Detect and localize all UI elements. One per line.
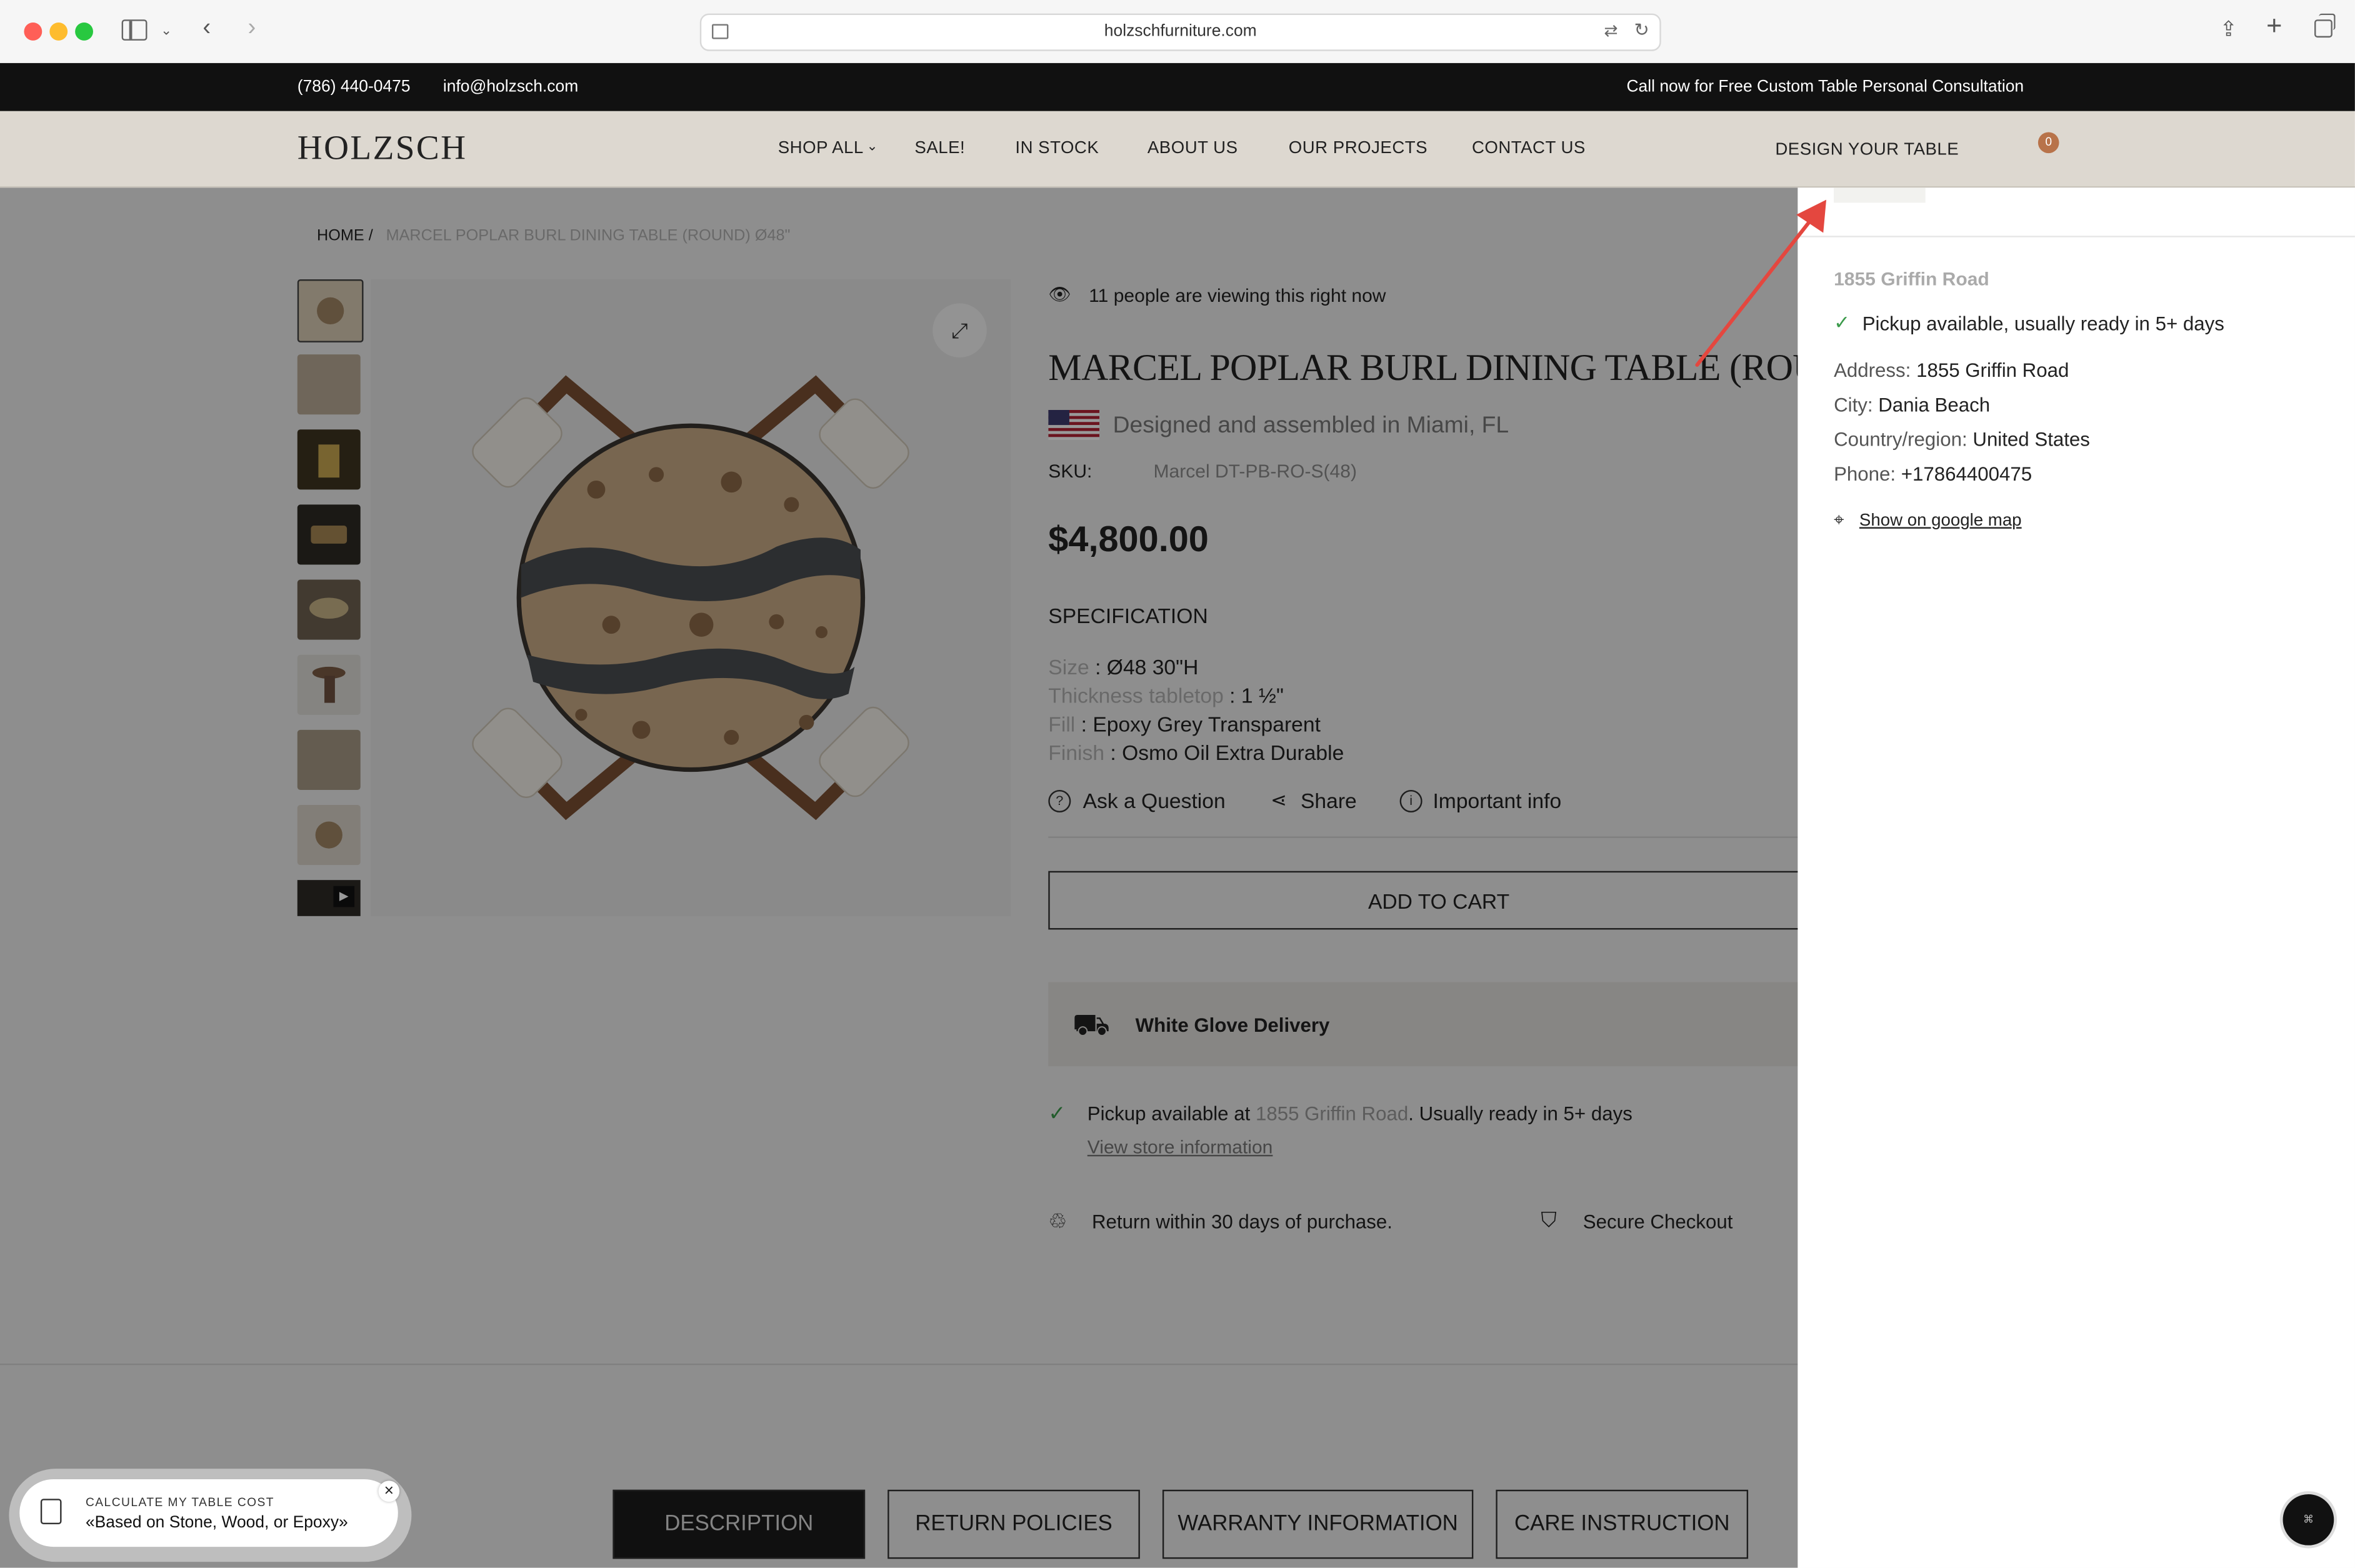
close-window-button[interactable]	[24, 22, 42, 41]
annotation-arrow	[1695, 199, 1827, 367]
modal-backdrop[interactable]	[0, 187, 1798, 1568]
map-pin-icon: ⌖	[1834, 509, 1844, 531]
nav-shop-all[interactable]: SHOP ALL	[778, 139, 864, 157]
forward-icon[interactable]: ›	[248, 16, 256, 40]
store-name: 1855 Griffin Road	[1834, 269, 1989, 290]
nav-contact-us[interactable]: CONTACT US	[1472, 139, 1586, 157]
minimize-window-button[interactable]	[49, 22, 68, 41]
nav-sale[interactable]: SALE!	[914, 139, 965, 157]
address-bar[interactable]: holzschfurniture.com ⇄ ↻	[699, 13, 1661, 51]
chat-widget-button[interactable]: ⌘	[2279, 1491, 2338, 1549]
maximize-window-button[interactable]	[75, 22, 93, 41]
tab-overview-icon[interactable]	[2314, 13, 2336, 38]
drawer-address: Address: 1855 Griffin Road	[1834, 359, 2069, 382]
new-tab-icon[interactable]: +	[2266, 12, 2282, 39]
nav-design-your-table[interactable]: DESIGN YOUR TABLE	[1775, 141, 1959, 159]
close-icon[interactable]: ×	[378, 1481, 400, 1502]
nav-about-us[interactable]: ABOUT US	[1148, 139, 1238, 157]
translate-icon[interactable]: ⇄	[1604, 21, 1618, 41]
calculator-subtitle: «Based on Stone, Wood, or Epoxy»	[85, 1514, 348, 1532]
cart-count-badge[interactable]: 0	[2038, 132, 2059, 154]
nav-our-projects[interactable]: OUR PROJECTS	[1289, 139, 1428, 157]
calculate-table-cost-widget[interactable]: CALCULATE MY TABLE COST «Based on Stone,…	[19, 1479, 398, 1547]
chevron-down-icon[interactable]: ⌄	[161, 18, 172, 42]
chevron-down-icon: ⌄	[866, 138, 879, 154]
divider	[1798, 236, 2355, 237]
sidebar-toggle-icon[interactable]	[121, 19, 148, 41]
phone-link[interactable]: (786) 440-0475	[298, 63, 411, 111]
reload-icon[interactable]: ↻	[1634, 19, 1649, 41]
nav-in-stock[interactable]: IN STOCK	[1015, 139, 1099, 157]
url-text: holzschfurniture.com	[1104, 22, 1257, 41]
show-on-google-map-link[interactable]: Show on google map	[1859, 512, 2022, 530]
drawer-pickup-availability: Pickup available, usually ready in 5+ da…	[1862, 312, 2224, 335]
drawer-tab-remnant	[1834, 187, 1926, 203]
site-logo[interactable]: HOLZSCH	[298, 129, 468, 168]
drawer-country: Country/region: United States	[1834, 427, 2090, 451]
promo-text: Call now for Free Custom Table Personal …	[1626, 77, 2024, 96]
document-icon	[40, 1499, 62, 1525]
email-link[interactable]: info@holzsch.com	[443, 63, 578, 111]
back-icon[interactable]: ‹	[202, 16, 211, 40]
calculator-title: CALCULATE MY TABLE COST	[85, 1496, 274, 1510]
drawer-phone: Phone: +17864400475	[1834, 462, 2032, 486]
drawer-city: City: Dania Beach	[1834, 393, 1991, 416]
share-icon[interactable]: ⇪	[2220, 16, 2238, 40]
